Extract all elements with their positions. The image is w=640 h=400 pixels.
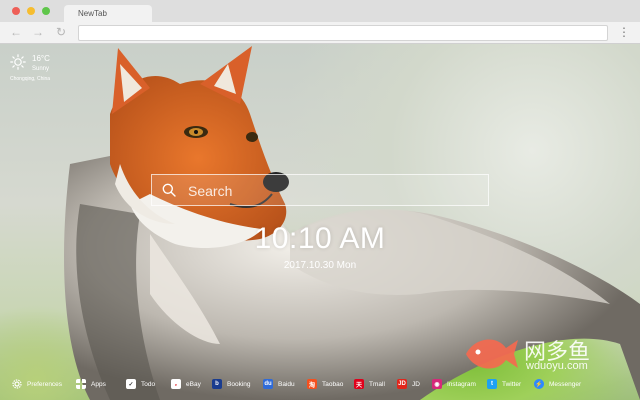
instagram-label: Instagram bbox=[447, 380, 476, 388]
browser-toolbar: ← → ↻ ⋮ bbox=[0, 22, 640, 44]
baidu-label: Baidu bbox=[278, 380, 295, 388]
ebay-label: eBay bbox=[186, 380, 201, 388]
clock-time: 10:10 AM bbox=[254, 222, 386, 255]
preferences-label: Preferences bbox=[27, 380, 63, 388]
booking-label: Booking bbox=[227, 380, 251, 388]
tmall-link[interactable]: 天 Tmall bbox=[354, 378, 385, 390]
tab-newtab[interactable]: NewTab bbox=[64, 5, 152, 22]
todo-button[interactable]: ✓ Todo bbox=[126, 378, 155, 390]
taobao-link[interactable]: 淘 Taobao bbox=[307, 378, 343, 390]
search-box[interactable] bbox=[151, 174, 489, 206]
weather-location: Chongqing, China bbox=[10, 76, 51, 82]
clock-date: 2017.10.30 Mon bbox=[283, 260, 357, 271]
address-bar[interactable] bbox=[78, 25, 608, 41]
zoom-window-button[interactable] bbox=[42, 7, 50, 15]
twitter-link[interactable]: t Twitter bbox=[487, 378, 521, 390]
booking-icon: b bbox=[212, 379, 222, 389]
fish-logo-icon bbox=[466, 339, 518, 369]
tmall-label: Tmall bbox=[369, 380, 385, 388]
close-window-button[interactable] bbox=[12, 7, 20, 15]
apps-button[interactable]: Apps bbox=[76, 378, 106, 390]
twitter-label: Twitter bbox=[502, 380, 522, 388]
taobao-label: Taobao bbox=[322, 380, 344, 388]
instagram-icon: ◉ bbox=[432, 379, 442, 389]
ebay-link[interactable]: e eBay bbox=[171, 378, 201, 390]
messenger-label: Messenger bbox=[549, 380, 582, 388]
todo-label: Todo bbox=[141, 380, 156, 388]
apps-label: Apps bbox=[91, 380, 106, 388]
messenger-link[interactable]: ⚡ Messenger bbox=[534, 378, 581, 390]
booking-link[interactable]: b Booking bbox=[212, 378, 251, 390]
sun-icon bbox=[10, 54, 26, 70]
weather-temperature: 16°C bbox=[32, 54, 50, 63]
jd-link[interactable]: JD JD bbox=[397, 378, 420, 390]
gear-icon bbox=[12, 379, 22, 389]
watermark: 网多鱼 wduoyu.com bbox=[462, 330, 632, 376]
grid-icon bbox=[76, 379, 86, 389]
baidu-link[interactable]: du Baidu bbox=[263, 378, 295, 390]
back-arrow-icon[interactable]: ← bbox=[10, 25, 22, 39]
watermark-site-text: wduoyu.com bbox=[526, 360, 588, 372]
twitter-icon: t bbox=[487, 379, 497, 389]
bottom-bar: Preferences Apps ✓ Todo e eBay b Booking… bbox=[0, 374, 640, 394]
tab-strip: NewTab bbox=[0, 0, 640, 22]
reload-icon[interactable]: ↻ bbox=[56, 25, 66, 39]
ebay-icon: e bbox=[171, 379, 181, 389]
minimize-window-button[interactable] bbox=[27, 7, 35, 15]
preferences-button[interactable]: Preferences bbox=[12, 378, 62, 390]
jd-label: JD bbox=[412, 380, 420, 388]
search-icon[interactable] bbox=[162, 183, 176, 197]
search-input[interactable] bbox=[188, 181, 478, 201]
forward-arrow-icon[interactable]: → bbox=[32, 25, 44, 39]
weather-condition: Sunny bbox=[32, 66, 50, 72]
checkbox-icon: ✓ bbox=[126, 379, 136, 389]
baidu-icon: du bbox=[263, 379, 273, 389]
taobao-icon: 淘 bbox=[307, 379, 317, 389]
tmall-icon: 天 bbox=[354, 379, 364, 389]
messenger-icon: ⚡ bbox=[534, 379, 544, 389]
jd-icon: JD bbox=[397, 379, 407, 389]
menu-icon[interactable]: ⋮ bbox=[618, 25, 630, 39]
newtab-page: 16°C Sunny Chongqing, China 10:10 AM 201… bbox=[0, 44, 640, 400]
instagram-link[interactable]: ◉ Instagram bbox=[432, 378, 476, 390]
